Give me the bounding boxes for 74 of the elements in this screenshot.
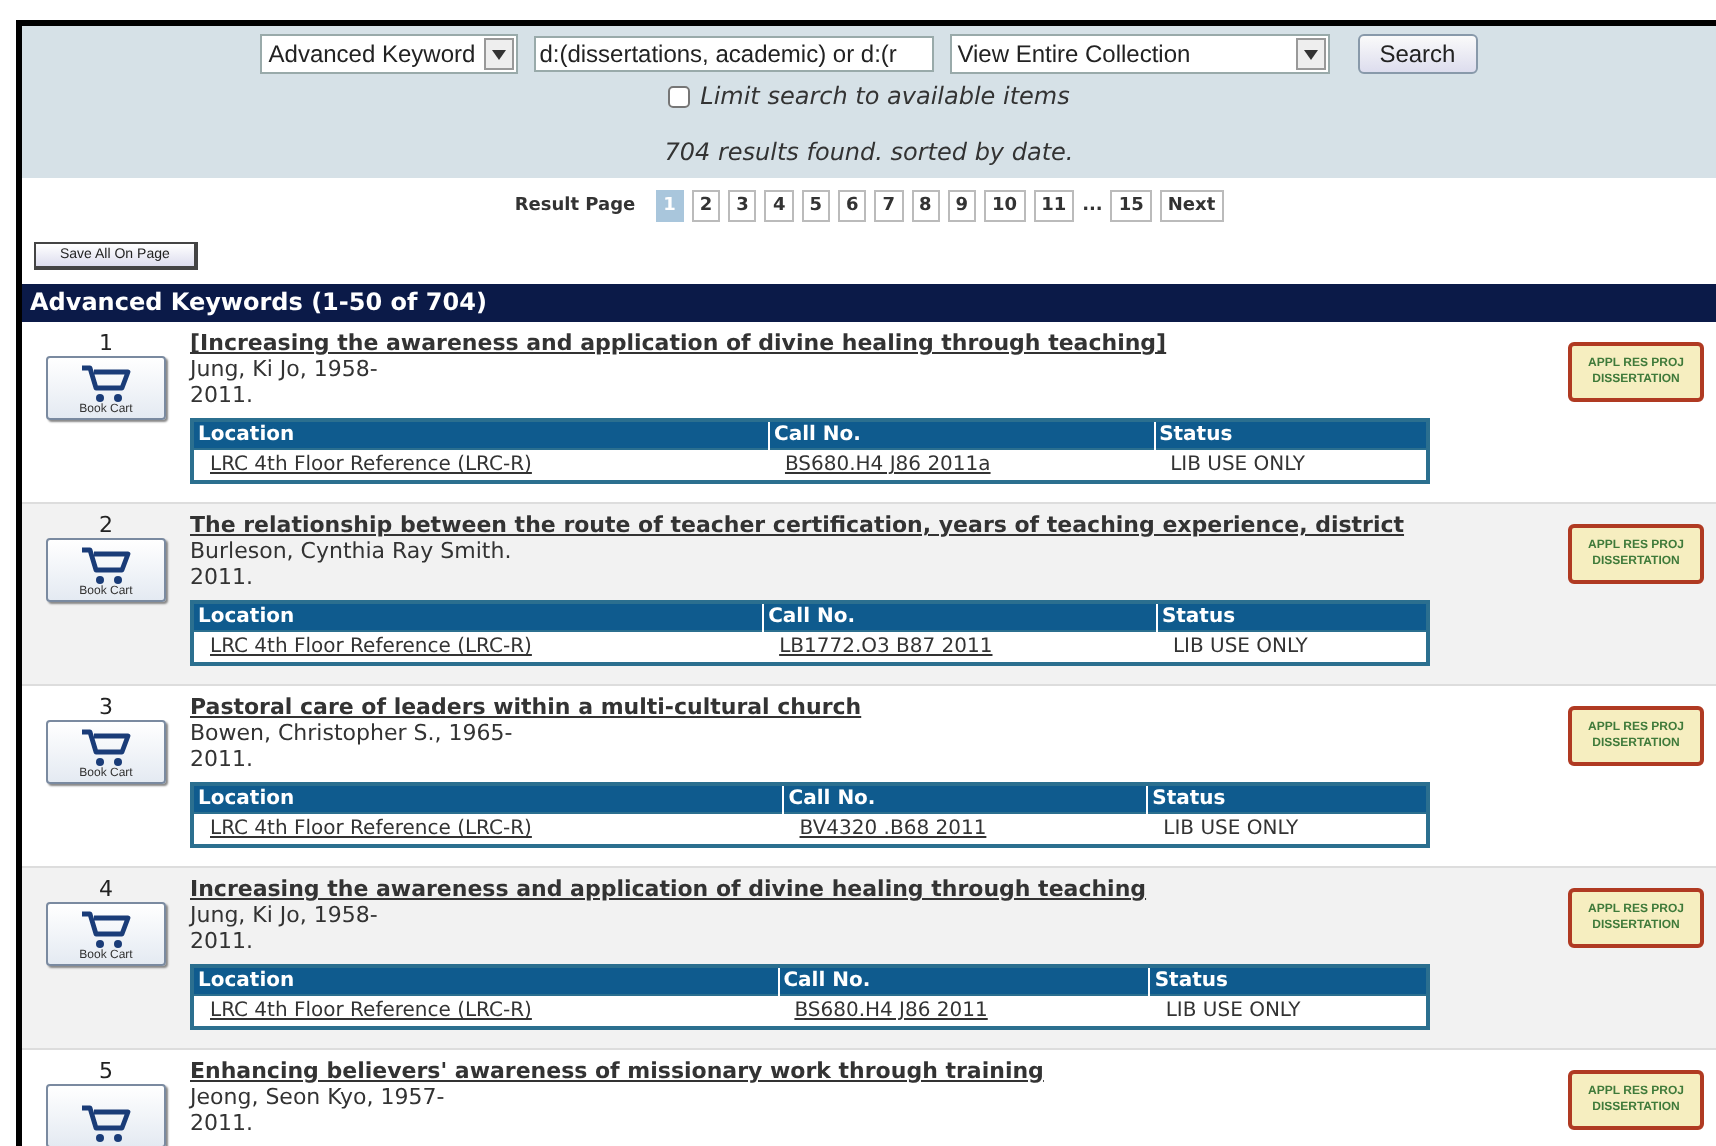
cart-icon (80, 910, 132, 950)
page-button[interactable]: 10 (984, 190, 1026, 222)
record-year: 2011. (190, 564, 253, 590)
page-button[interactable]: 2 (691, 190, 721, 222)
record-title[interactable]: [Increasing the awareness and application of divine healing through teaching] (190, 330, 1167, 356)
table-cell: LIB USE ONLY (1156, 631, 1428, 664)
holding-link[interactable]: BS680.H4 J86 2011a (768, 449, 1155, 482)
cart-icon (80, 364, 132, 404)
column-header: Status (1147, 784, 1428, 813)
table-cell: LIB USE ONLY (1149, 995, 1428, 1028)
caret-icon (491, 49, 506, 59)
column-header: Call No. (768, 420, 1155, 449)
record-author: Bowen, Christopher S., 1965- (190, 720, 513, 746)
page-button[interactable]: 7 (874, 190, 903, 222)
holding-link[interactable]: LB1772.O3 B87 2011 (763, 631, 1157, 664)
results-summary: 704 results found. sorted by date. (664, 138, 1074, 166)
holding-link[interactable]: BS680.H4 J86 2011 (778, 995, 1150, 1028)
record-author: Jung, Ki Jo, 1958- (190, 356, 378, 382)
page-button[interactable]: 11 (1033, 190, 1075, 222)
column-header: Call No. (778, 966, 1150, 995)
holding-link[interactable]: LRC 4th Floor Reference (LRC-R) (192, 449, 769, 482)
cart-icon (80, 546, 132, 586)
page-button[interactable]: 4 (764, 190, 794, 222)
record-number: 3 (99, 694, 113, 720)
record-author: Jung, Ki Jo, 1958- (190, 902, 378, 928)
page-button[interactable]: 6 (837, 190, 867, 222)
column-header: Location (192, 420, 769, 449)
page-button[interactable]: 15 (1110, 190, 1152, 222)
ellipsis: ... (1082, 196, 1103, 216)
record-number: 5 (99, 1058, 113, 1084)
holding-link[interactable]: LRC 4th Floor Reference (LRC-R) (192, 813, 784, 846)
limit-label: Limit search to available items (700, 82, 1070, 110)
column-header: Call No. (763, 602, 1157, 631)
record-number: 2 (99, 512, 113, 538)
result-page-label: Result Page (514, 196, 636, 216)
page-button[interactable]: Next (1159, 190, 1224, 222)
search-button[interactable]: Search (1357, 34, 1478, 74)
record-number: 4 (99, 876, 113, 902)
limit-checkbox[interactable] (668, 85, 691, 107)
results-header: Advanced Keywords (1-50 of 704) (22, 284, 1716, 322)
record-title[interactable]: The relationship between the route of teacher certification, years of teaching experience, district (190, 512, 1405, 538)
record-title[interactable]: Increasing the awareness and application of divine healing through teaching (190, 876, 1147, 902)
cart-icon (80, 728, 132, 768)
page-button[interactable]: 8 (911, 190, 940, 222)
holding-link[interactable]: LRC 4th Floor Reference (LRC-R) (192, 631, 764, 664)
column-header: Location (192, 784, 784, 813)
record-year: 2011. (190, 746, 253, 772)
record-year: 2011. (190, 1110, 253, 1136)
column-header: Call No. (783, 784, 1148, 813)
record-year: 2011. (190, 928, 253, 954)
cart-icon (80, 1104, 132, 1144)
table-cell: LIB USE ONLY (1154, 449, 1428, 482)
record-author: Burleson, Cynthia Ray Smith. (190, 538, 512, 564)
record-author: Jeong, Seon Kyo, 1957- (190, 1084, 445, 1110)
search-field[interactable]: d:(dissertations, academic) or d:(r (533, 36, 934, 72)
column-header: Location (192, 602, 764, 631)
holding-link[interactable]: BV4320 .B68 2011 (783, 813, 1148, 846)
page-button[interactable]: 3 (728, 190, 757, 222)
holding-link[interactable]: LRC 4th Floor Reference (LRC-R) (192, 995, 779, 1028)
field-type-select[interactable]: Advanced Keyword (260, 34, 518, 74)
caret-icon (1303, 49, 1318, 59)
table-cell: LIB USE ONLY (1147, 813, 1428, 846)
record-year: 2011. (190, 382, 253, 408)
record-title[interactable]: Pastoral care of leaders within a multi-cultural church (190, 694, 862, 720)
page-button[interactable]: 5 (801, 190, 830, 222)
page-button[interactable]: 9 (947, 190, 977, 222)
record-number: 1 (99, 330, 113, 356)
column-header: Location (192, 966, 779, 995)
column-header: Status (1154, 420, 1428, 449)
scope-select[interactable]: View Entire Collection (949, 34, 1330, 74)
book-cart-button[interactable] (46, 1084, 166, 1146)
record-title[interactable]: Enhancing believers' awareness of missionary work through training (190, 1058, 1044, 1084)
column-header: Status (1149, 966, 1428, 995)
column-header: Status (1156, 602, 1428, 631)
